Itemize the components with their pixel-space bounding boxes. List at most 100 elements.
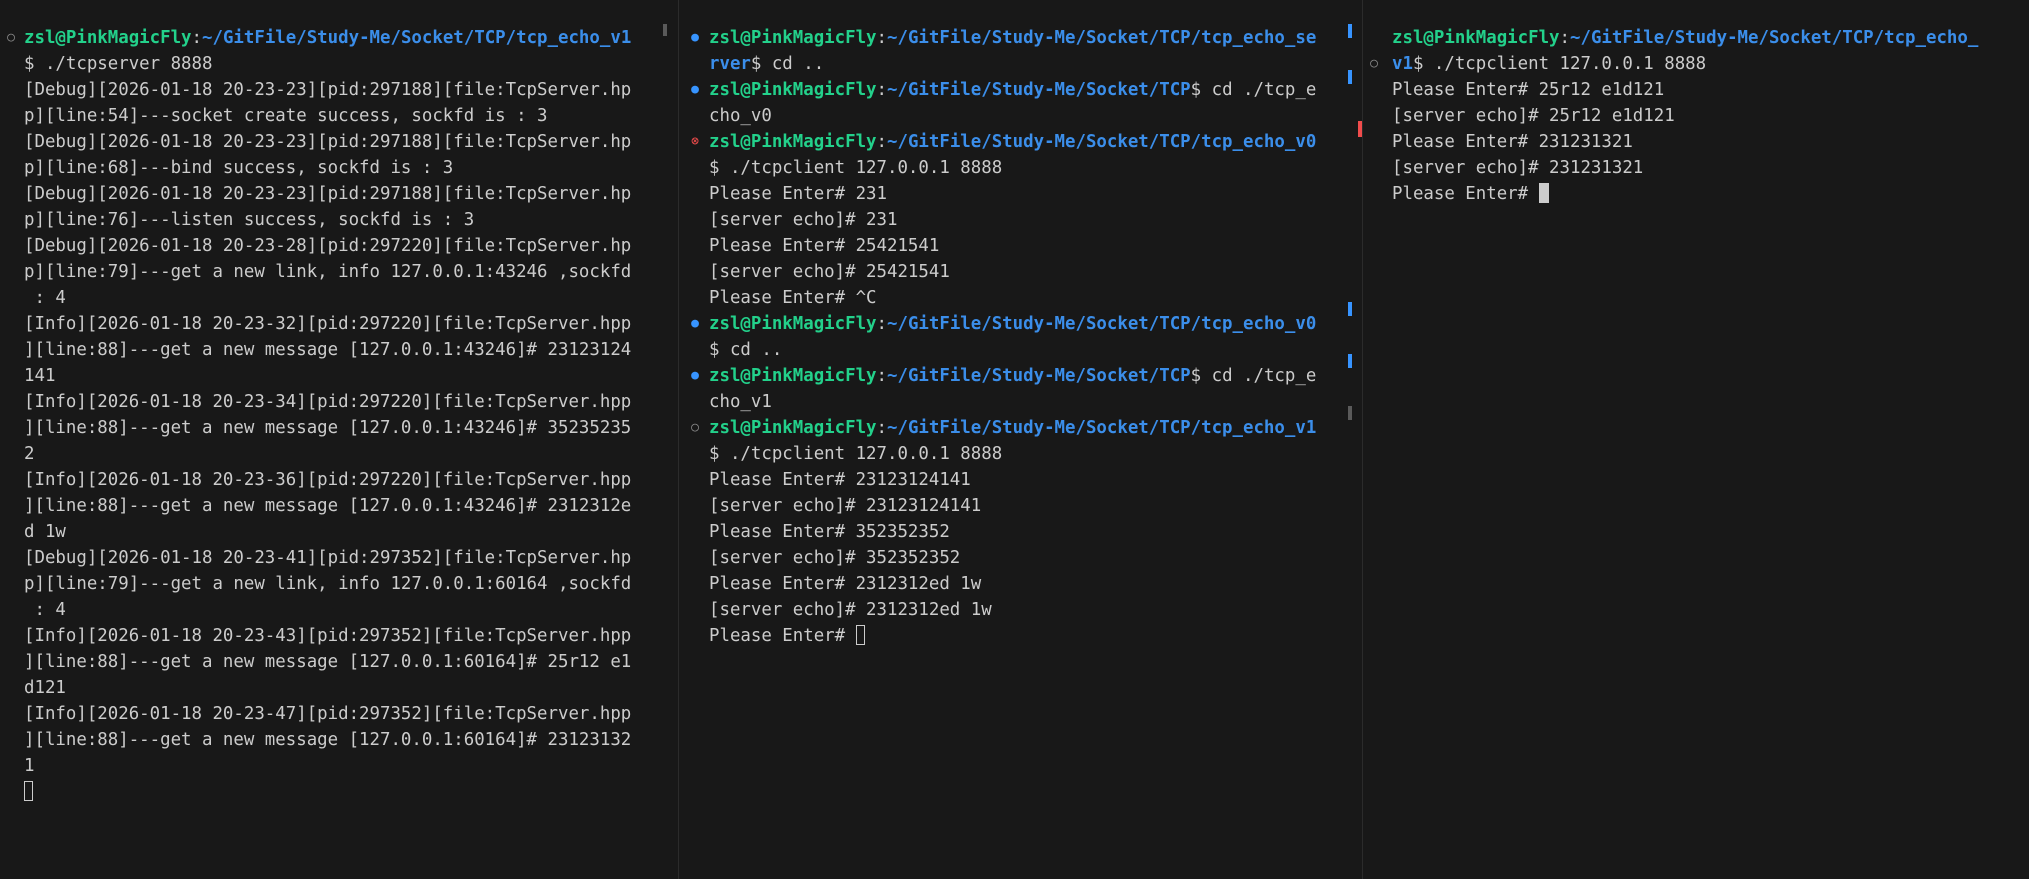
line-text: [Debug][2026-01-18 20-23-23][pid:297188]…	[24, 184, 632, 204]
terminal-line: [server echo]# 25r12 e1d121	[1363, 103, 2029, 129]
terminal-line: [Debug][2026-01-18 20-23-23][pid:297188]…	[0, 77, 678, 103]
terminal-pane-client-1[interactable]: ● zsl@PinkMagicFly:~/GitFile/Study-Me/Soc…	[679, 0, 1362, 879]
terminal-line: ][line:88]---get a new message [127.0.0.…	[0, 727, 678, 753]
terminal-output: zsl@PinkMagicFly:~/GitFile/Study-Me/Sock…	[1363, 25, 2029, 207]
terminal-line: Please Enter#	[679, 623, 1362, 649]
text-cursor[interactable]	[24, 781, 33, 801]
line-text: [server echo]# 352352352	[709, 548, 961, 568]
line-text: Please Enter# ^C	[709, 288, 877, 308]
terminal-line: [Info][2026-01-18 20-23-36][pid:297220][…	[0, 467, 678, 493]
line-text: [server echo]# 2312312ed 1w	[709, 600, 992, 620]
line-text: 141	[24, 366, 56, 386]
scrollbar-mark[interactable]	[1348, 24, 1352, 38]
line-text: ][line:88]---get a new message [127.0.0.…	[24, 730, 632, 750]
terminal-line: Please Enter# 231	[679, 181, 1362, 207]
prompt-path: ~/GitFile/Study-Me/Socket/TCP/tcp_echo_s…	[887, 28, 1317, 48]
scrollbar-mark[interactable]	[1358, 121, 1362, 137]
terminal-line: Please Enter# 2312312ed 1w	[679, 571, 1362, 597]
command-default-icon[interactable]: ○	[1367, 51, 1381, 77]
prompt-user-host: zsl@PinkMagicFly	[709, 28, 877, 48]
line-text: $ cd ./tcp_e	[1190, 366, 1317, 386]
terminal-line: ][line:88]---get a new message [127.0.0.…	[0, 337, 678, 363]
prompt-separator: :	[876, 418, 888, 438]
line-text: $ ./tcpclient 127.0.0.1 8888	[1412, 54, 1707, 74]
line-text: Please Enter#	[1392, 184, 1539, 204]
command-success-icon[interactable]: ●	[688, 311, 702, 337]
line-text: $ ./tcpclient 127.0.0.1 8888	[709, 444, 1003, 464]
line-text: cho_v0	[709, 106, 772, 126]
line-text: [server echo]# 25421541	[709, 262, 950, 282]
text-cursor[interactable]	[1538, 183, 1549, 203]
command-default-icon[interactable]: ○	[4, 25, 18, 51]
line-text: Please Enter# 23123124141	[709, 470, 971, 490]
command-success-icon[interactable]: ●	[688, 25, 702, 51]
line-text: Please Enter# 231	[709, 184, 887, 204]
line-text: [Info][2026-01-18 20-23-43][pid:297352][…	[24, 626, 632, 646]
terminal-line: d 1w	[0, 519, 678, 545]
line-text: p][line:54]---socket create success, soc…	[24, 106, 548, 126]
line-text: : 4	[24, 600, 66, 620]
line-text: p][line:79]---get a new link, info 127.0…	[24, 262, 632, 282]
terminal-line: $ ./tcpserver 8888	[0, 51, 678, 77]
terminal-line: 2	[0, 441, 678, 467]
prompt-separator: :	[876, 132, 888, 152]
terminal-line: ○ zsl@PinkMagicFly:~/GitFile/Study-Me/Soc…	[0, 25, 678, 51]
terminal-line: [Info][2026-01-18 20-23-47][pid:297352][…	[0, 701, 678, 727]
terminal-line: p][line:54]---socket create success, soc…	[0, 103, 678, 129]
line-text: p][line:79]---get a new link, info 127.0…	[24, 574, 632, 594]
command-error-icon[interactable]: ⊗	[688, 129, 702, 155]
prompt-path: ~/GitFile/Study-Me/Socket/TCP/tcp_echo_v…	[202, 28, 632, 48]
line-text: 1	[24, 756, 35, 776]
scrollbar-mark[interactable]	[1348, 70, 1352, 84]
terminal-line: ][line:88]---get a new message [127.0.0.…	[0, 415, 678, 441]
prompt-separator: :	[876, 366, 888, 386]
line-text: [Debug][2026-01-18 20-23-23][pid:297188]…	[24, 132, 632, 152]
terminal-line: ⊗ zsl@PinkMagicFly:~/GitFile/Study-Me/Soc…	[679, 129, 1362, 155]
command-success-icon[interactable]: ●	[688, 77, 702, 103]
line-text: d 1w	[24, 522, 66, 542]
prompt-separator: :	[876, 80, 888, 100]
terminal-line: p][line:79]---get a new link, info 127.0…	[0, 571, 678, 597]
scrollbar-mark[interactable]	[1348, 302, 1352, 316]
line-text: [server echo]# 231	[709, 210, 898, 230]
prompt-user-host: zsl@PinkMagicFly	[709, 366, 877, 386]
prompt-separator: :	[876, 314, 888, 334]
terminal-line: Please Enter# 231231321	[1363, 129, 2029, 155]
terminal-line: [server echo]# 23123124141	[679, 493, 1362, 519]
scrollbar-mark[interactable]	[1348, 354, 1352, 368]
terminal-line: p][line:79]---get a new link, info 127.0…	[0, 259, 678, 285]
terminal-line: [server echo]# 25421541	[679, 259, 1362, 285]
terminal-line: [server echo]# 2312312ed 1w	[679, 597, 1362, 623]
command-default-icon[interactable]: ○	[688, 415, 702, 441]
terminal-line: cho_v0	[679, 103, 1362, 129]
prompt-path: ~/GitFile/Study-Me/Socket/TCP/tcp_echo_v…	[887, 314, 1317, 334]
text-cursor[interactable]	[855, 625, 865, 645]
prompt-user-host: zsl@PinkMagicFly	[709, 132, 877, 152]
line-text: Please Enter# 25r12 e1d121	[1392, 80, 1665, 100]
terminal-line: [Info][2026-01-18 20-23-32][pid:297220][…	[0, 311, 678, 337]
line-text: [Info][2026-01-18 20-23-47][pid:297352][…	[24, 704, 632, 724]
terminal-line: ● zsl@PinkMagicFly:~/GitFile/Study-Me/Soc…	[679, 25, 1362, 51]
terminal-line: ● zsl@PinkMagicFly:~/GitFile/Study-Me/Soc…	[679, 77, 1362, 103]
prompt-path: ~/GitFile/Study-Me/Socket/TCP	[887, 80, 1191, 100]
terminal-area[interactable]: ○ zsl@PinkMagicFly:~/GitFile/Study-Me/Soc…	[0, 0, 2029, 879]
line-text: Please Enter# 2312312ed 1w	[709, 574, 982, 594]
line-text: $ cd ..	[750, 54, 825, 74]
terminal-pane-server[interactable]: ○ zsl@PinkMagicFly:~/GitFile/Study-Me/Soc…	[0, 0, 678, 879]
scrollbar-mark[interactable]	[1348, 406, 1352, 420]
terminal-line: Please Enter# 25421541	[679, 233, 1362, 259]
terminal-line: ○ v1$ ./tcpclient 127.0.0.1 8888	[1363, 51, 2029, 77]
prompt-separator: :	[1559, 28, 1571, 48]
line-text: : 4	[24, 288, 66, 308]
line-text: [Info][2026-01-18 20-23-36][pid:297220][…	[24, 470, 632, 490]
scrollbar-mark[interactable]	[663, 24, 667, 36]
terminal-pane-client-2[interactable]: zsl@PinkMagicFly:~/GitFile/Study-Me/Sock…	[1363, 0, 2029, 879]
prompt-separator: :	[876, 28, 888, 48]
line-text: Please Enter#	[709, 626, 856, 646]
command-success-icon[interactable]: ●	[688, 363, 702, 389]
terminal-line: p][line:68]---bind success, sockfd is : …	[0, 155, 678, 181]
line-text: $ ./tcpserver 8888	[24, 54, 213, 74]
line-text: cho_v1	[709, 392, 772, 412]
terminal-line: Please Enter#	[1363, 181, 2029, 207]
terminal-line	[0, 779, 678, 805]
